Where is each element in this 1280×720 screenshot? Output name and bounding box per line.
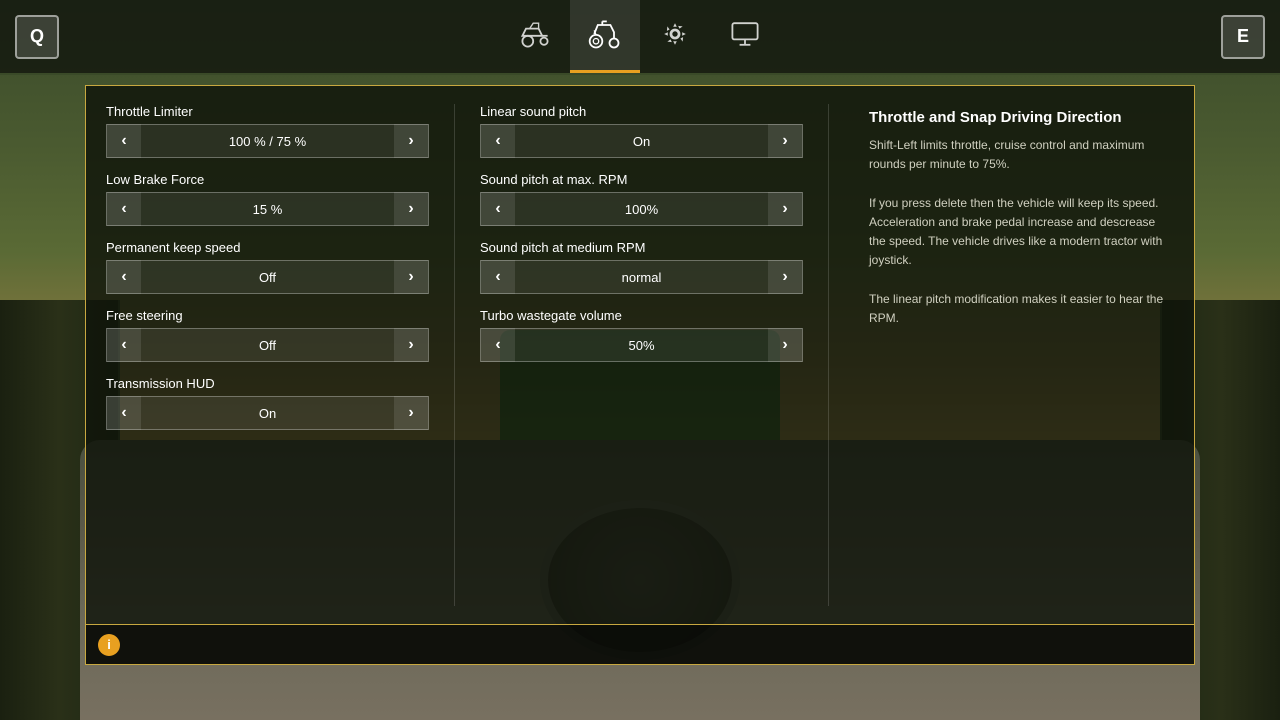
permanent-keep-speed-next[interactable]: › xyxy=(394,260,428,294)
low-brake-force-prev[interactable]: ‹ xyxy=(107,192,141,226)
settings-left-column: Throttle Limiter ‹ 100 % / 75 % › Low Br… xyxy=(106,104,429,606)
linear-sound-pitch-control: ‹ On › xyxy=(480,124,803,158)
linear-sound-pitch-group: Linear sound pitch ‹ On › xyxy=(480,104,803,158)
transmission-hud-label: Transmission HUD xyxy=(106,376,429,391)
sound-pitch-medium-rpm-value: normal xyxy=(515,270,768,285)
key-q-container: Q xyxy=(15,15,59,59)
turbo-wastegate-volume-label: Turbo wastegate volume xyxy=(480,308,803,323)
sound-pitch-medium-rpm-next[interactable]: › xyxy=(768,260,802,294)
sound-pitch-max-rpm-value: 100% xyxy=(515,202,768,217)
transmission-hud-value: On xyxy=(141,406,394,421)
free-steering-control: ‹ Off › xyxy=(106,328,429,362)
linear-sound-pitch-value: On xyxy=(515,134,768,149)
transmission-hud-next[interactable]: › xyxy=(394,396,428,430)
sound-pitch-max-rpm-prev[interactable]: ‹ xyxy=(481,192,515,226)
sound-pitch-medium-rpm-prev[interactable]: ‹ xyxy=(481,260,515,294)
low-brake-force-value: 15 % xyxy=(141,202,394,217)
linear-sound-pitch-next[interactable]: › xyxy=(768,124,802,158)
throttle-limiter-value: 100 % / 75 % xyxy=(141,134,394,149)
permanent-keep-speed-control: ‹ Off › xyxy=(106,260,429,294)
display-icon xyxy=(727,16,763,52)
low-brake-force-label: Low Brake Force xyxy=(106,172,429,187)
permanent-keep-speed-label: Permanent keep speed xyxy=(106,240,429,255)
transmission-hud-group: Transmission HUD ‹ On › xyxy=(106,376,429,430)
turbo-wastegate-volume-prev[interactable]: ‹ xyxy=(481,328,515,362)
free-steering-prev[interactable]: ‹ xyxy=(107,328,141,362)
free-steering-group: Free steering ‹ Off › xyxy=(106,308,429,362)
throttle-limiter-next[interactable]: › xyxy=(394,124,428,158)
free-steering-next[interactable]: › xyxy=(394,328,428,362)
sound-pitch-medium-rpm-group: Sound pitch at medium RPM ‹ normal › xyxy=(480,240,803,294)
description-text: Shift-Left limits throttle, cruise contr… xyxy=(869,136,1174,328)
sound-pitch-medium-rpm-label: Sound pitch at medium RPM xyxy=(480,240,803,255)
throttle-limiter-prev[interactable]: ‹ xyxy=(107,124,141,158)
description-title: Throttle and Snap Driving Direction xyxy=(869,109,1174,126)
tab-vehicle[interactable] xyxy=(500,0,570,73)
permanent-keep-speed-prev[interactable]: ‹ xyxy=(107,260,141,294)
turbo-wastegate-volume-control: ‹ 50% › xyxy=(480,328,803,362)
settings-content: Throttle Limiter ‹ 100 % / 75 % › Low Br… xyxy=(86,86,1194,624)
low-brake-force-group: Low Brake Force ‹ 15 % › xyxy=(106,172,429,226)
key-e-button[interactable]: E xyxy=(1221,15,1265,59)
sound-pitch-max-rpm-label: Sound pitch at max. RPM xyxy=(480,172,803,187)
permanent-keep-speed-group: Permanent keep speed ‹ Off › xyxy=(106,240,429,294)
throttle-limiter-group: Throttle Limiter ‹ 100 % / 75 % › xyxy=(106,104,429,158)
transmission-hud-control: ‹ On › xyxy=(106,396,429,430)
sound-pitch-max-rpm-group: Sound pitch at max. RPM ‹ 100% › xyxy=(480,172,803,226)
tab-gear-settings[interactable] xyxy=(640,0,710,73)
turbo-wastegate-volume-value: 50% xyxy=(515,338,768,353)
free-steering-label: Free steering xyxy=(106,308,429,323)
vehicle-icon xyxy=(517,16,553,52)
info-icon: i xyxy=(98,634,120,656)
free-steering-value: Off xyxy=(141,338,394,353)
throttle-limiter-label: Throttle Limiter xyxy=(106,104,429,119)
settings-middle-column: Linear sound pitch ‹ On › Sound pitch at… xyxy=(480,104,803,606)
tab-tractor[interactable] xyxy=(570,0,640,73)
linear-sound-pitch-label: Linear sound pitch xyxy=(480,104,803,119)
key-e-container: E xyxy=(1221,15,1265,59)
nav-tabs xyxy=(500,0,780,73)
top-navigation-bar: Q xyxy=(0,0,1280,75)
description-divider xyxy=(828,104,829,606)
sound-pitch-max-rpm-control: ‹ 100% › xyxy=(480,192,803,226)
key-q-button[interactable]: Q xyxy=(15,15,59,59)
throttle-limiter-control: ‹ 100 % / 75 % › xyxy=(106,124,429,158)
permanent-keep-speed-value: Off xyxy=(141,270,394,285)
turbo-wastegate-volume-next[interactable]: › xyxy=(768,328,802,362)
column-divider xyxy=(454,104,455,606)
sound-pitch-max-rpm-next[interactable]: › xyxy=(768,192,802,226)
tractor-icon xyxy=(587,16,623,52)
low-brake-force-control: ‹ 15 % › xyxy=(106,192,429,226)
low-brake-force-next[interactable]: › xyxy=(394,192,428,226)
status-bar: i xyxy=(86,624,1194,664)
turbo-wastegate-volume-group: Turbo wastegate volume ‹ 50% › xyxy=(480,308,803,362)
linear-sound-pitch-prev[interactable]: ‹ xyxy=(481,124,515,158)
transmission-hud-prev[interactable]: ‹ xyxy=(107,396,141,430)
tab-display[interactable] xyxy=(710,0,780,73)
sound-pitch-medium-rpm-control: ‹ normal › xyxy=(480,260,803,294)
settings-description-panel: Throttle and Snap Driving Direction Shif… xyxy=(854,104,1174,606)
settings-panel: Throttle Limiter ‹ 100 % / 75 % › Low Br… xyxy=(85,85,1195,665)
gear-icon xyxy=(657,16,693,52)
